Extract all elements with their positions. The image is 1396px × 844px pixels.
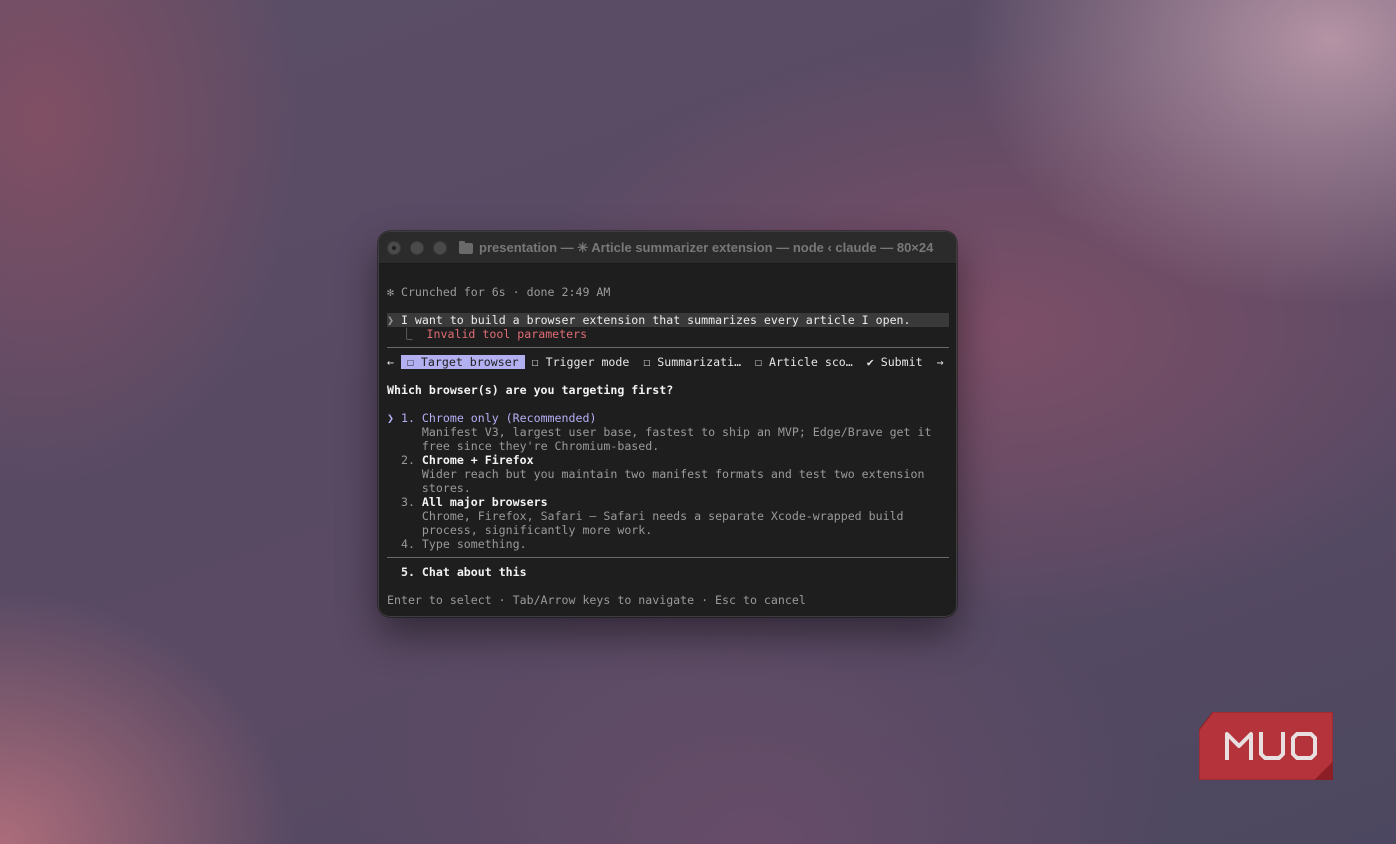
option-description: process, significantly more work. bbox=[421, 523, 653, 537]
option-label: All major browsers bbox=[421, 495, 548, 509]
option-label: Chrome only (Recommended) bbox=[421, 411, 597, 425]
option-4[interactable]: 4. Type something. bbox=[387, 537, 949, 551]
error-message: Invalid tool parameters bbox=[426, 327, 588, 341]
option-number: 2. bbox=[400, 453, 415, 467]
status-line: ✻ Crunched for 6s · done 2:49 AM bbox=[387, 285, 611, 299]
window-title: presentation — ✳ Article summarizer exte… bbox=[479, 240, 934, 255]
title-bar: presentation — ✳ Article summarizer exte… bbox=[379, 232, 956, 264]
maximize-button[interactable] bbox=[433, 241, 447, 255]
error-line: ⎿ Invalid tool parameters bbox=[387, 327, 949, 341]
next-arrow-icon[interactable]: → bbox=[937, 355, 944, 369]
question-tabs: ← ☐ Target browser ☐ Trigger mode ☐ Summ… bbox=[387, 355, 949, 369]
close-dot-icon bbox=[392, 246, 396, 250]
option-description: Chrome, Firefox, Safari — Safari needs a… bbox=[421, 509, 904, 523]
option-label: Type something. bbox=[421, 537, 527, 551]
option-description: Wider reach but you maintain two manifes… bbox=[421, 467, 925, 481]
option-number: 4. bbox=[400, 537, 415, 551]
muo-logo bbox=[1199, 712, 1333, 780]
logo-background bbox=[1199, 712, 1333, 780]
minimize-button[interactable] bbox=[410, 241, 424, 255]
divider bbox=[387, 557, 949, 558]
question-text: Which browser(s) are you targeting first… bbox=[387, 383, 674, 397]
prev-arrow-icon[interactable]: ← bbox=[387, 355, 394, 369]
close-button[interactable] bbox=[387, 241, 401, 255]
tree-branch-icon: ⎿ bbox=[400, 327, 413, 341]
option-number: 3. bbox=[400, 495, 415, 509]
user-prompt: I want to build a browser extension that… bbox=[400, 313, 911, 327]
tab-article-scope[interactable]: ☐ Article sco… bbox=[755, 355, 853, 369]
terminal-window: presentation — ✳ Article summarizer exte… bbox=[378, 231, 957, 617]
tab-target-browser[interactable]: ☐ Target browser bbox=[400, 355, 525, 369]
tab-trigger-mode[interactable]: ☐ Trigger mode bbox=[532, 355, 630, 369]
option-2[interactable]: 2. Chrome + Firefox Wider reach but you … bbox=[387, 453, 949, 495]
terminal-content: ✻ Crunched for 6s · done 2:49 AM ❯ I wan… bbox=[387, 285, 949, 607]
option-label: Chrome + Firefox bbox=[421, 453, 534, 467]
user-prompt-line: ❯ I want to build a browser extension th… bbox=[387, 313, 949, 327]
option-number: 5. bbox=[400, 565, 415, 579]
option-5[interactable]: 5. Chat about this bbox=[387, 565, 949, 579]
option-description: free since they're Chromium-based. bbox=[421, 439, 660, 453]
option-1[interactable]: ❯ 1. Chrome only (Recommended) Manifest … bbox=[387, 411, 949, 453]
option-description: Manifest V3, largest user base, fastest … bbox=[421, 425, 932, 439]
footer-hint: Enter to select · Tab/Arrow keys to navi… bbox=[387, 593, 806, 607]
option-number: 1. bbox=[400, 411, 415, 425]
divider bbox=[387, 347, 949, 348]
option-label: Chat about this bbox=[421, 565, 527, 579]
folder-icon bbox=[459, 240, 473, 254]
prompt-chevron-icon: ❯ bbox=[387, 313, 394, 327]
window-title-container: presentation — ✳ Article summarizer exte… bbox=[459, 240, 933, 256]
tab-summarization[interactable]: ☐ Summarizati… bbox=[643, 355, 741, 369]
tab-submit[interactable]: ✔ Submit bbox=[867, 355, 923, 369]
option-3[interactable]: 3. All major browsers Chrome, Firefox, S… bbox=[387, 495, 949, 537]
option-description: stores. bbox=[421, 481, 471, 495]
selection-cursor-icon: ❯ bbox=[387, 411, 394, 425]
